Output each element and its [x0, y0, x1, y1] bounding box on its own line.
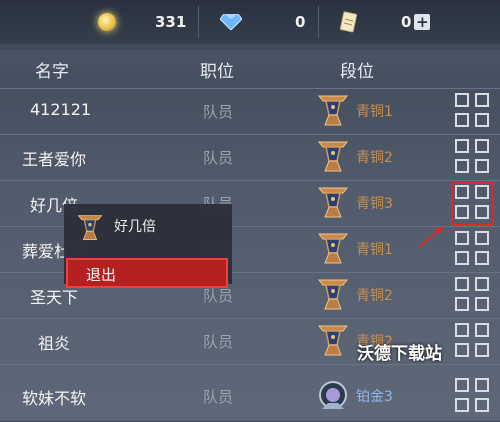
member-role: 队员	[203, 149, 234, 167]
member-name: 王者爱你	[22, 150, 87, 169]
diamond-amount: 0	[295, 13, 306, 31]
bronze-rank-icon	[317, 141, 349, 172]
member-rank: 青铜1	[356, 242, 393, 258]
exit-button[interactable]: 退出	[66, 258, 228, 288]
table-row[interactable]: 412121 队员 青铜1	[0, 88, 500, 133]
platinum-rank-icon	[319, 381, 347, 409]
gold-resource	[98, 0, 116, 44]
member-role: 队员	[203, 287, 234, 305]
bronze-rank-icon	[317, 279, 349, 310]
ticket-resource	[340, 0, 358, 44]
watermark: 沃德下载站	[357, 344, 442, 364]
gold-coin-icon	[98, 13, 116, 31]
header-rank: 段位	[340, 62, 374, 82]
ticket-amount: 0	[401, 13, 412, 31]
header-role: 职位	[200, 62, 234, 82]
header-name: 名字	[35, 62, 69, 82]
member-role: 队员	[203, 388, 234, 406]
member-rank: 青铜2	[356, 288, 393, 304]
popup-member-name: 好几倍	[114, 219, 156, 235]
gold-amount-wrap: 331	[155, 0, 186, 44]
member-role: 队员	[203, 103, 234, 121]
table-row[interactable]: 王者爱你 队员 青铜2	[0, 134, 500, 179]
ticket-icon	[340, 11, 358, 33]
bronze-rank-icon	[77, 215, 103, 240]
resource-bar: 331 0 0 +	[0, 0, 500, 44]
add-ticket-button[interactable]: +	[414, 14, 431, 30]
member-name: 412121	[30, 100, 92, 119]
member-menu-grid-icon[interactable]	[455, 93, 492, 130]
bronze-rank-icon	[317, 325, 349, 356]
table-row[interactable]: 软妹不软 队员 铂金3	[0, 364, 500, 422]
diamond-resource	[220, 0, 242, 44]
member-menu-grid-icon[interactable]	[455, 231, 492, 268]
member-role: 队员	[203, 333, 234, 351]
member-name: 软妹不软	[22, 389, 87, 408]
member-menu-grid-icon[interactable]	[455, 139, 492, 176]
member-rank: 青铜2	[356, 150, 393, 166]
member-popup-menu: 好几倍 退出	[64, 204, 232, 288]
bronze-rank-icon	[317, 95, 349, 126]
member-rank: 青铜1	[356, 104, 393, 120]
diamond-amount-wrap: 0	[295, 0, 305, 44]
ticket-amount-wrap: 0 +	[401, 0, 431, 44]
gold-amount: 331	[155, 13, 187, 31]
member-name: 祖炎	[38, 334, 71, 353]
exit-button-label: 退出	[86, 266, 117, 284]
member-menu-grid-icon[interactable]	[455, 378, 492, 415]
bronze-rank-icon	[317, 233, 349, 264]
highlight-box	[451, 182, 494, 226]
member-rank: 铂金3	[356, 389, 393, 405]
divider	[318, 6, 319, 38]
diamond-icon	[220, 14, 242, 30]
bronze-rank-icon	[317, 187, 349, 218]
table-header: 名字 职位 段位	[0, 50, 500, 86]
member-rank: 青铜3	[356, 196, 393, 212]
member-menu-grid-icon[interactable]	[455, 323, 492, 360]
divider	[198, 6, 199, 38]
member-menu-grid-icon[interactable]	[455, 277, 492, 314]
pointer-arrow-icon	[419, 226, 444, 247]
